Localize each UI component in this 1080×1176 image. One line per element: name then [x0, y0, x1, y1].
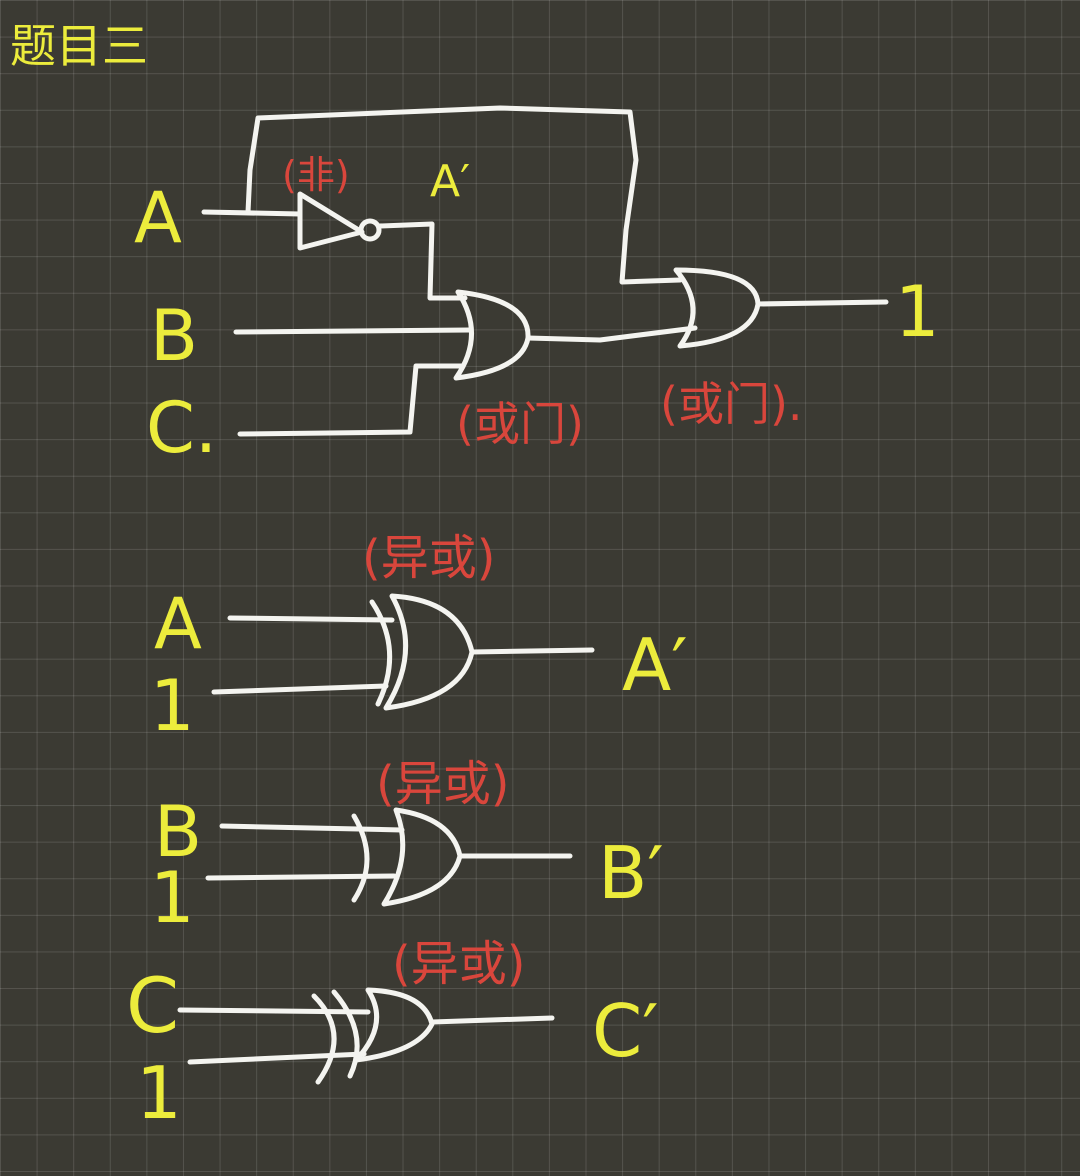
xor-1-label: (异或)	[362, 530, 495, 586]
xor-1-wire-1	[211, 683, 389, 695]
title: 题目三	[10, 19, 148, 73]
xor-1-output-wire	[469, 647, 595, 655]
wire-or2-output	[755, 299, 889, 307]
xor-2-gate	[381, 807, 463, 907]
xor-3-output: C′	[592, 989, 659, 1073]
wire-c-to-or1	[237, 363, 465, 437]
xor-1-gate	[383, 593, 475, 711]
output-label: 1	[895, 271, 940, 353]
or-gate-1	[453, 289, 531, 381]
xor-3-label: (异或)	[392, 936, 525, 992]
or-gate-1-label: (或门)	[456, 397, 584, 451]
xor-3-gate	[353, 987, 435, 1063]
xor-1-input-1: 1	[150, 665, 195, 747]
or-gate-2-label: (或门).	[660, 377, 803, 431]
wire-a-to-not	[201, 209, 303, 217]
circuit-canvas: 题目三 A B C. (非) A′ (或门) (或门). 1 (异或) A 1 …	[10, 19, 940, 1135]
xor-1-output: A′	[622, 623, 688, 707]
not-gate-label: (非)	[282, 153, 350, 197]
not-gate-bubble	[358, 218, 382, 242]
input-c-label: C.	[146, 387, 217, 469]
input-b-label: B	[150, 295, 198, 377]
xor-3-back-arc-inner	[331, 989, 360, 1079]
wire-not-output	[377, 221, 468, 301]
input-a-label: A	[134, 177, 182, 259]
xor-3-wire-c	[177, 1007, 371, 1015]
xor-3-input-1: 1	[136, 1051, 182, 1135]
xor-1-input-a: A	[154, 583, 202, 665]
xor-1-wire-a	[227, 615, 395, 623]
xor-3-back-arc-outer	[311, 993, 337, 1085]
not-gate	[297, 191, 365, 251]
wire-b-to-or1	[233, 327, 473, 335]
xor-3-output-wire	[429, 1015, 555, 1025]
xor-2-wire-b	[219, 823, 405, 833]
xor-3-input-c: C	[126, 961, 179, 1050]
wire-or1-to-or2	[525, 325, 698, 343]
or-gate-2	[673, 267, 761, 349]
not-output-label: A′	[430, 156, 470, 207]
xor-2-label: (异或)	[376, 756, 509, 812]
xor-2-output: B′	[598, 831, 664, 915]
xor-2-input-1: 1	[150, 857, 195, 939]
xor-3-wire-1	[187, 1051, 367, 1065]
